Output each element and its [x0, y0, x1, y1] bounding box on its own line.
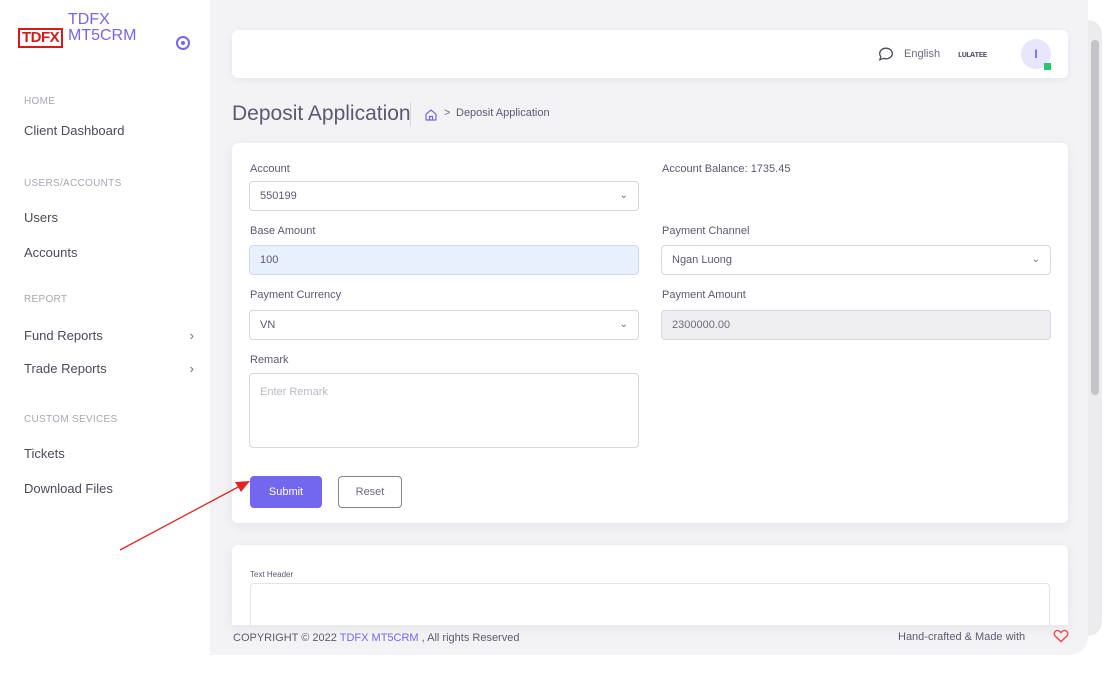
brand[interactable]: TDFX TDFX MT5CRM [18, 12, 198, 62]
chevron-right-icon: › [189, 361, 194, 376]
reset-button[interactable]: Reset [338, 476, 402, 508]
remark-label: Remark [250, 354, 289, 366]
online-status-badge [1044, 63, 1051, 70]
payment-currency-select[interactable]: VN ⌄ [249, 310, 639, 340]
sidebar-item-label: Users [24, 210, 58, 225]
payment-amount-label: Payment Amount [662, 289, 746, 301]
payment-amount-field: 2300000.00 [661, 310, 1051, 340]
home-icon[interactable] [424, 108, 438, 122]
base-amount-input[interactable]: 100 [249, 245, 639, 275]
nav-header-report: REPORT [24, 294, 68, 305]
top-navbar: English ʟᴜʟᴀᴛᴇᴇ I [232, 30, 1068, 78]
footer-brand-link[interactable]: TDFX MT5CRM [340, 632, 419, 644]
sidebar-item-label: Trade Reports [24, 361, 107, 376]
copyright-suffix: , All rights Reserved [421, 632, 520, 644]
account-label: Account [250, 163, 290, 175]
brand-name: TDFX MT5CRM [68, 12, 136, 44]
breadcrumb-current: Deposit Application [456, 107, 550, 119]
payment-channel-label: Payment Channel [662, 225, 750, 237]
sidebar-item-client-dashboard[interactable]: Client Dashboard [24, 123, 194, 138]
chevron-right-icon: › [189, 328, 194, 343]
sidebar-item-users[interactable]: Users [24, 210, 194, 225]
footer-credit: Hand-crafted & Made with [898, 631, 1026, 643]
user-name[interactable]: ʟᴜʟᴀᴛᴇᴇ [958, 49, 987, 59]
chevron-down-icon: ⌄ [619, 319, 628, 330]
payment-currency-label: Payment Currency [250, 289, 342, 301]
sidebar: TDFX TDFX MT5CRM HOME Client Dashboard U… [0, 0, 210, 675]
text-editor[interactable] [250, 583, 1050, 625]
sidebar-item-accounts[interactable]: Accounts [24, 245, 194, 260]
sidebar-item-fund-reports[interactable]: Fund Reports › [24, 328, 194, 343]
payment-currency-value: VN [260, 319, 276, 331]
page-scrollbar[interactable] [1088, 20, 1102, 636]
account-balance: Account Balance: 1735.45 [662, 163, 791, 175]
title-divider [410, 102, 411, 126]
chevron-down-icon: ⌄ [619, 190, 628, 201]
annotation-arrow-icon [119, 481, 250, 551]
brand-name-line1: TDFX [68, 11, 110, 28]
chevron-down-icon: ⌄ [1031, 254, 1040, 265]
submit-button[interactable]: Submit [250, 476, 322, 508]
sidebar-item-label: Fund Reports [24, 328, 103, 343]
brand-name-line2: MT5CRM [68, 27, 137, 44]
copyright-prefix: COPYRIGHT © 2022 [233, 632, 337, 644]
footer-copyright: COPYRIGHT © 2022 TDFX MT5CRM , All right… [233, 632, 519, 644]
deposit-form-card: Account 550199 ⌄ Account Balance: 1735.4… [232, 143, 1068, 523]
balance-label: Account Balance [662, 163, 745, 175]
account-value: 550199 [260, 190, 297, 202]
nav-header-custom-sevices: CUSTOM SEVICES [24, 414, 118, 425]
brand-logo: TDFX [18, 28, 64, 48]
sidebar-toggle-icon[interactable] [176, 36, 190, 50]
payment-channel-select[interactable]: Ngan Luong ⌄ [661, 245, 1051, 275]
sidebar-item-trade-reports[interactable]: Trade Reports › [24, 361, 194, 376]
text-card: Text Header [232, 545, 1068, 625]
balance-value: 1735.45 [750, 163, 791, 175]
scrollbar-thumb[interactable] [1091, 40, 1099, 395]
payment-channel-value: Ngan Luong [672, 254, 732, 266]
sidebar-item-label: Accounts [24, 245, 78, 260]
text-header-label: Text Header [250, 570, 294, 579]
sidebar-item-label: Download Files [24, 481, 113, 496]
page-title: Deposit Application [232, 102, 411, 125]
nav-header-home: HOME [24, 96, 56, 107]
sidebar-item-tickets[interactable]: Tickets [24, 446, 194, 461]
language-selector[interactable]: English [904, 48, 940, 60]
heart-icon [1053, 629, 1069, 643]
sidebar-item-label: Client Dashboard [24, 123, 125, 138]
base-amount-label: Base Amount [250, 225, 316, 237]
sidebar-item-label: Tickets [24, 446, 65, 461]
remark-textarea[interactable] [249, 373, 639, 448]
nav-header-users-accounts: USERS/ACCOUNTS [24, 178, 122, 189]
account-select[interactable]: 550199 ⌄ [249, 181, 639, 211]
chat-icon[interactable] [878, 47, 894, 61]
breadcrumb-separator: > [444, 107, 451, 119]
